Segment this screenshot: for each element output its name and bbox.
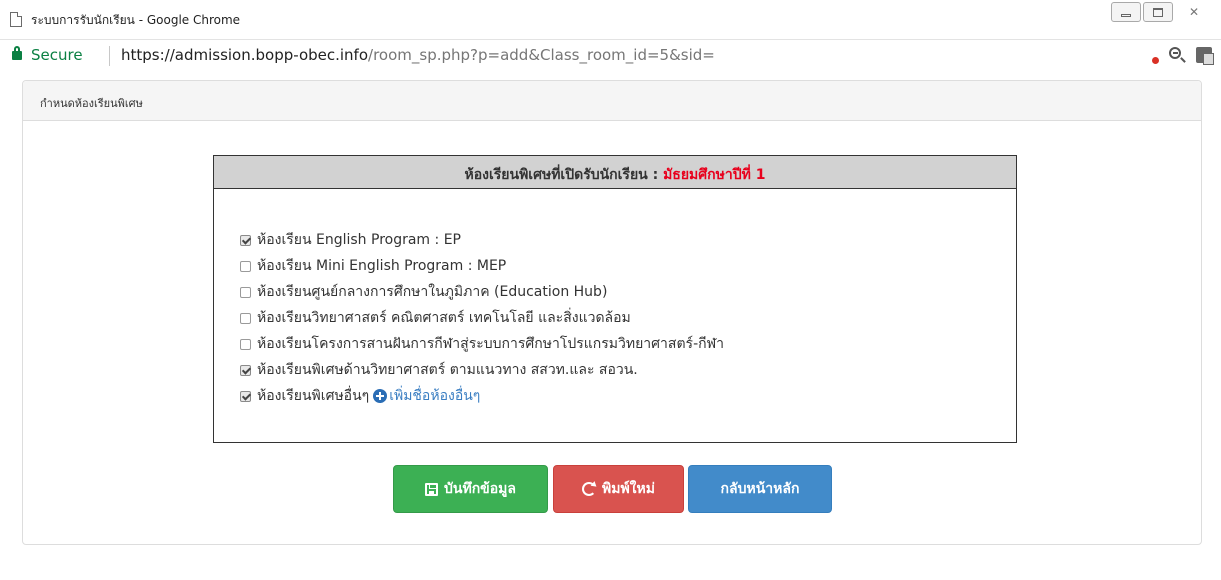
close-button[interactable]: ✕ [1175, 2, 1213, 22]
room-option-label: ห้องเรียน English Program : EP [257, 232, 461, 248]
close-icon: ✕ [1188, 5, 1200, 19]
header-label: ห้องเรียนพิเศษที่เปิดรับนักเรียน : [464, 167, 664, 183]
checkbox[interactable] [240, 338, 251, 350]
add-other-room-link[interactable]: เพิ่มชื่อห้องอื่นๆ [373, 385, 480, 407]
secure-label: Secure [31, 46, 83, 64]
room-options-list: ห้องเรียน English Program : EP ห้องเรียน… [240, 227, 724, 409]
save-button-label: บันทึกข้อมูล [444, 481, 516, 497]
url-field[interactable]: https://admission.bopp-obec.info/room_sp… [121, 46, 715, 64]
room-option-mep[interactable]: ห้องเรียน Mini English Program : MEP [240, 253, 724, 279]
page-icon [10, 12, 22, 27]
panel-heading: กำหนดห้องเรียนพิเศษ [23, 81, 1201, 121]
checkbox[interactable] [240, 286, 251, 298]
room-option-label: ห้องเรียนโครงการสานฝันการกีฬาสู่ระบบการศ… [257, 336, 725, 352]
extension-icons [1141, 46, 1214, 65]
room-option-label: ห้องเรียนพิเศษอื่นๆ [257, 388, 370, 404]
url-host: https://admission.bopp-obec.info [121, 46, 369, 64]
window-titlebar: ระบบการรับนักเรียน - Google Chrome ✕ [0, 0, 1221, 40]
plus-circle-icon [373, 389, 388, 403]
checkbox[interactable] [240, 312, 251, 324]
shield-extension-icon[interactable] [1141, 46, 1159, 64]
room-option-education-hub[interactable]: ห้องเรียนศูนย์กลางการศึกษาในภูมิภาค (Edu… [240, 279, 724, 305]
special-rooms-box: ห้องเรียนพิเศษที่เปิดรับนักเรียน : มัธยม… [213, 155, 1017, 443]
minimize-button[interactable] [1111, 2, 1141, 22]
window-title: ระบบการรับนักเรียน - Google Chrome [31, 13, 241, 27]
checkbox[interactable] [240, 260, 251, 272]
reset-button[interactable]: พิมพ์ใหม่ [553, 465, 684, 513]
room-option-science-math-tech[interactable]: ห้องเรียนวิทยาศาสตร์ คณิตศาสตร์ เทคโนโลย… [240, 305, 724, 331]
minimize-icon [1121, 13, 1131, 17]
room-option-ep[interactable]: ห้องเรียน English Program : EP [240, 227, 724, 253]
reset-button-label: พิมพ์ใหม่ [602, 481, 655, 497]
save-button[interactable]: บันทึกข้อมูล [393, 465, 548, 513]
maximize-button[interactable] [1143, 2, 1173, 22]
home-button-label: กลับหน้าหลัก [720, 481, 800, 497]
room-option-other[interactable]: ห้องเรียนพิเศษอื่นๆ เพิ่มชื่อห้องอื่นๆ [240, 383, 724, 409]
checkbox[interactable] [240, 234, 251, 246]
translate-icon[interactable] [1195, 46, 1214, 65]
room-option-label: ห้องเรียนวิทยาศาสตร์ คณิตศาสตร์ เทคโนโลย… [257, 310, 631, 326]
checkbox[interactable] [240, 390, 251, 402]
zoom-out-icon[interactable] [1168, 46, 1186, 64]
room-option-label: ห้องเรียนศูนย์กลางการศึกษาในภูมิภาค (Edu… [257, 284, 608, 300]
room-option-label: ห้องเรียนพิเศษด้านวิทยาศาสตร์ ตามแนวทาง … [257, 362, 638, 378]
room-option-label: ห้องเรียน Mini English Program : MEP [257, 258, 507, 274]
lock-icon [12, 46, 22, 60]
window-controls: ✕ [1109, 2, 1213, 22]
room-option-special-science[interactable]: ห้องเรียนพิเศษด้านวิทยาศาสตร์ ตามแนวทาง … [240, 357, 724, 383]
add-other-room-label: เพิ่มชื่อห้องอื่นๆ [389, 388, 481, 404]
refresh-icon [582, 482, 596, 496]
special-rooms-header: ห้องเรียนพิเศษที่เปิดรับนักเรียน : มัธยม… [214, 156, 1016, 189]
checkbox[interactable] [240, 364, 251, 376]
room-option-sports[interactable]: ห้องเรียนโครงการสานฝันการกีฬาสู่ระบบการศ… [240, 331, 724, 357]
url-path: /room_sp.php?p=add&Class_room_id=5&sid= [368, 46, 715, 64]
maximize-icon [1153, 7, 1163, 17]
grade-label: มัธยมศึกษาปีที่ 1 [663, 167, 766, 183]
home-button[interactable]: กลับหน้าหลัก [688, 465, 832, 513]
address-divider [109, 46, 110, 66]
floppy-disk-icon [425, 482, 439, 496]
